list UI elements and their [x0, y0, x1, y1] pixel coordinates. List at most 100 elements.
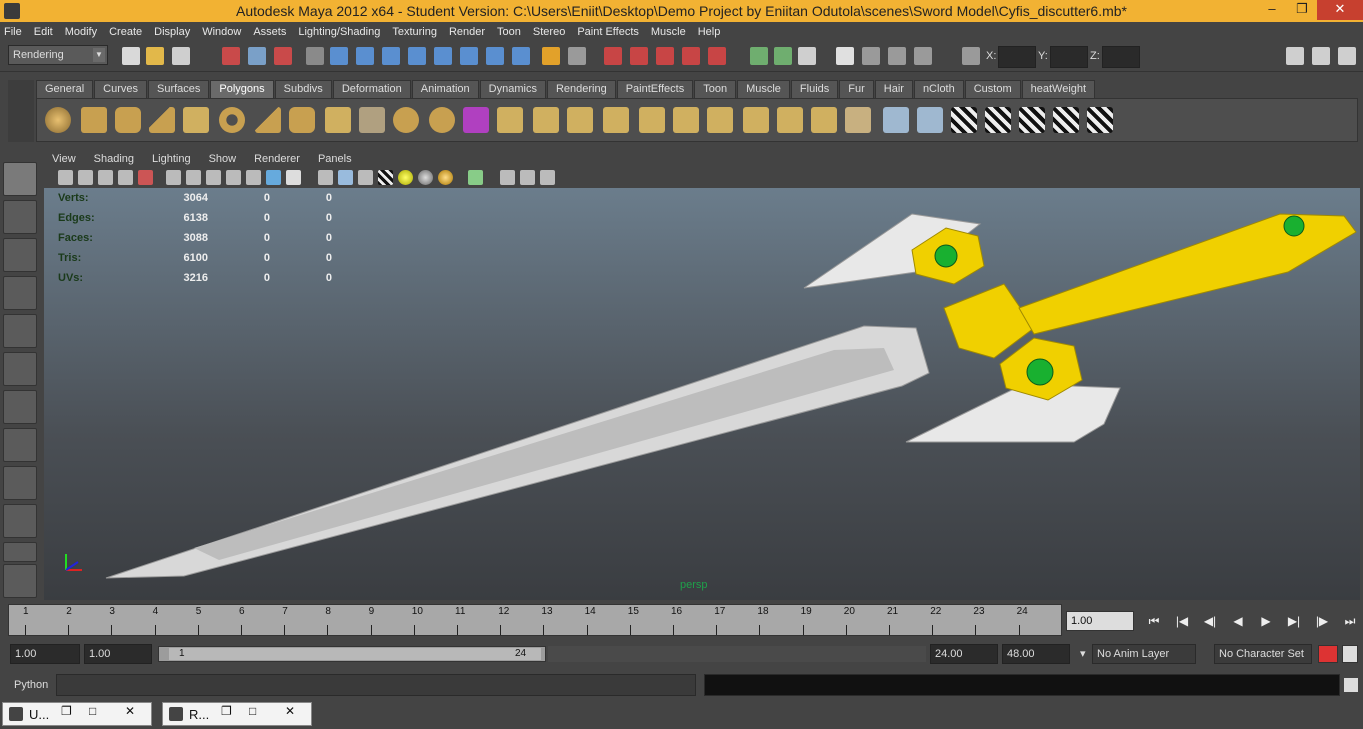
smooth-icon[interactable] — [463, 107, 489, 133]
rotate-tool-icon[interactable] — [3, 314, 37, 348]
menu-texturing[interactable]: Texturing — [392, 26, 437, 38]
poly-torus-icon[interactable] — [219, 107, 245, 133]
open-scene-icon[interactable] — [146, 47, 164, 65]
poly-cone-icon[interactable] — [149, 107, 175, 133]
select-by-object-icon[interactable] — [248, 47, 266, 65]
2d-pan-zoom-icon[interactable] — [138, 170, 153, 185]
insert-edge-loop-icon[interactable] — [639, 107, 665, 133]
sculpt-geometry-icon[interactable] — [883, 107, 909, 133]
wireframe-icon[interactable] — [318, 170, 333, 185]
script-editor-icon[interactable] — [1344, 678, 1358, 692]
select-camera-icon[interactable] — [58, 170, 73, 185]
animation-preferences-icon[interactable] — [1342, 645, 1358, 663]
image-plane-icon[interactable] — [118, 170, 133, 185]
tab-ncloth[interactable]: nCloth — [913, 80, 964, 98]
tab-surfaces[interactable]: Surfaces — [147, 80, 210, 98]
universal-manipulator-icon[interactable] — [3, 390, 37, 424]
y-field[interactable] — [1050, 46, 1088, 68]
tab-curves[interactable]: Curves — [94, 80, 147, 98]
select-surfaces-icon[interactable] — [408, 47, 426, 65]
tab-custom[interactable]: Custom — [964, 80, 1021, 98]
tab-fur[interactable]: Fur — [839, 80, 874, 98]
guard-prong-bottom[interactable] — [905, 383, 1121, 443]
textured-icon[interactable] — [378, 170, 393, 185]
chevron-down-icon[interactable]: ▾ — [1076, 644, 1088, 664]
tab-heatweight[interactable]: heatWeight — [1021, 80, 1096, 98]
separate-icon[interactable] — [393, 107, 419, 133]
command-input[interactable] — [56, 674, 696, 696]
use-all-lights-icon[interactable] — [398, 170, 413, 185]
select-misc-icon[interactable] — [512, 47, 530, 65]
poly-cylinder-icon[interactable] — [115, 107, 141, 133]
safe-title-icon[interactable] — [286, 170, 301, 185]
spherical-mapping-icon[interactable] — [985, 107, 1011, 133]
shadows-icon[interactable] — [418, 170, 433, 185]
tool-settings-toggle-icon[interactable] — [1338, 47, 1356, 65]
go-to-start-button[interactable]: ⏮ — [1140, 611, 1168, 631]
channel-box-toggle-icon[interactable] — [1286, 47, 1304, 65]
panel-menu-shading[interactable]: Shading — [94, 153, 134, 165]
animation-end-field[interactable]: 48.00 — [1002, 644, 1070, 664]
range-slider-bar[interactable]: 1 24 — [169, 648, 541, 660]
playback-start-field[interactable]: 1.00 — [84, 644, 152, 664]
transform-input-icon[interactable] — [962, 47, 980, 65]
panel-menu-panels[interactable]: Panels — [318, 153, 352, 165]
film-gate-icon[interactable] — [186, 170, 201, 185]
menu-muscle[interactable]: Muscle — [651, 26, 686, 38]
safe-action-icon[interactable] — [266, 170, 281, 185]
poly-cube-icon[interactable] — [81, 107, 107, 133]
tab-muscle[interactable]: Muscle — [737, 80, 790, 98]
soft-modification-icon[interactable] — [3, 428, 37, 462]
range-slider[interactable]: 1 24 — [158, 646, 546, 662]
perspective-viewport[interactable]: Verts: 3064 0 0 Edges: 6138 0 0 Faces: 3088 0 0 T… — [44, 188, 1360, 600]
maximize-button[interactable]: □ — [249, 704, 256, 718]
resolution-gate-icon[interactable] — [206, 170, 221, 185]
time-slider[interactable]: 1 2 3 4 5 6 7 8 9 10 11 12 13 14 15 16 17 18 19 20 21 22 23 24 — [8, 604, 1062, 636]
character-set-dropdown[interactable]: No Character Set — [1214, 644, 1312, 664]
maximize-button[interactable]: □ — [89, 704, 96, 718]
panel-menu-renderer[interactable]: Renderer — [254, 153, 300, 165]
sword-model[interactable] — [44, 188, 1360, 600]
outliner-icon[interactable] — [3, 564, 37, 598]
select-deformations-icon[interactable] — [434, 47, 452, 65]
quick-layout-icon[interactable] — [3, 542, 37, 562]
menu-paint-effects[interactable]: Paint Effects — [577, 26, 639, 38]
merge-edge-icon[interactable] — [777, 107, 803, 133]
save-scene-icon[interactable] — [172, 47, 190, 65]
tab-animation[interactable]: Animation — [411, 80, 479, 98]
menu-file[interactable]: File — [4, 26, 22, 38]
poly-pyramid-icon[interactable] — [255, 107, 281, 133]
tab-subdivs[interactable]: Subdivs — [274, 80, 332, 98]
minimized-window-1[interactable]: U... ❐ □ ✕ — [2, 702, 152, 726]
show-manipulator-icon[interactable] — [3, 466, 37, 500]
select-tool-icon[interactable] — [3, 162, 37, 196]
step-forward-frame-button[interactable]: ▶| — [1280, 611, 1308, 631]
make-live-icon[interactable] — [708, 47, 726, 65]
combine-icon[interactable] — [359, 107, 385, 133]
bookmarks-icon[interactable] — [98, 170, 113, 185]
anim-layer-dropdown[interactable]: No Anim Layer — [1092, 644, 1196, 664]
automatic-mapping-icon[interactable] — [1019, 107, 1045, 133]
render-settings-icon[interactable] — [914, 47, 932, 65]
attribute-editor-toggle-icon[interactable] — [1312, 47, 1330, 65]
tab-painteffects[interactable]: PaintEffects — [616, 80, 694, 98]
select-joints-icon[interactable] — [356, 47, 374, 65]
construction-history-icon[interactable] — [798, 47, 816, 65]
last-tool-icon[interactable] — [3, 504, 37, 538]
go-to-end-button[interactable]: ⏭ — [1336, 611, 1363, 631]
boolean-icon[interactable] — [429, 107, 455, 133]
smooth-shade-icon[interactable] — [338, 170, 353, 185]
snap-to-view-plane-icon[interactable] — [682, 47, 700, 65]
animation-start-field[interactable]: 1.00 — [10, 644, 80, 664]
tab-rendering[interactable]: Rendering — [546, 80, 616, 98]
move-tool-icon[interactable] — [3, 276, 37, 310]
merge-vertices-icon[interactable] — [743, 107, 769, 133]
select-by-component-icon[interactable] — [274, 47, 292, 65]
menu-help[interactable]: Help — [698, 26, 721, 38]
restore-button[interactable]: ❐ — [61, 704, 72, 718]
append-polygon-icon[interactable] — [567, 107, 593, 133]
bridge-icon[interactable] — [533, 107, 559, 133]
wireframe-on-shaded-icon[interactable] — [358, 170, 373, 185]
minimized-window-2[interactable]: R... ❐ □ ✕ — [162, 702, 312, 726]
snap-to-point-icon[interactable] — [656, 47, 674, 65]
